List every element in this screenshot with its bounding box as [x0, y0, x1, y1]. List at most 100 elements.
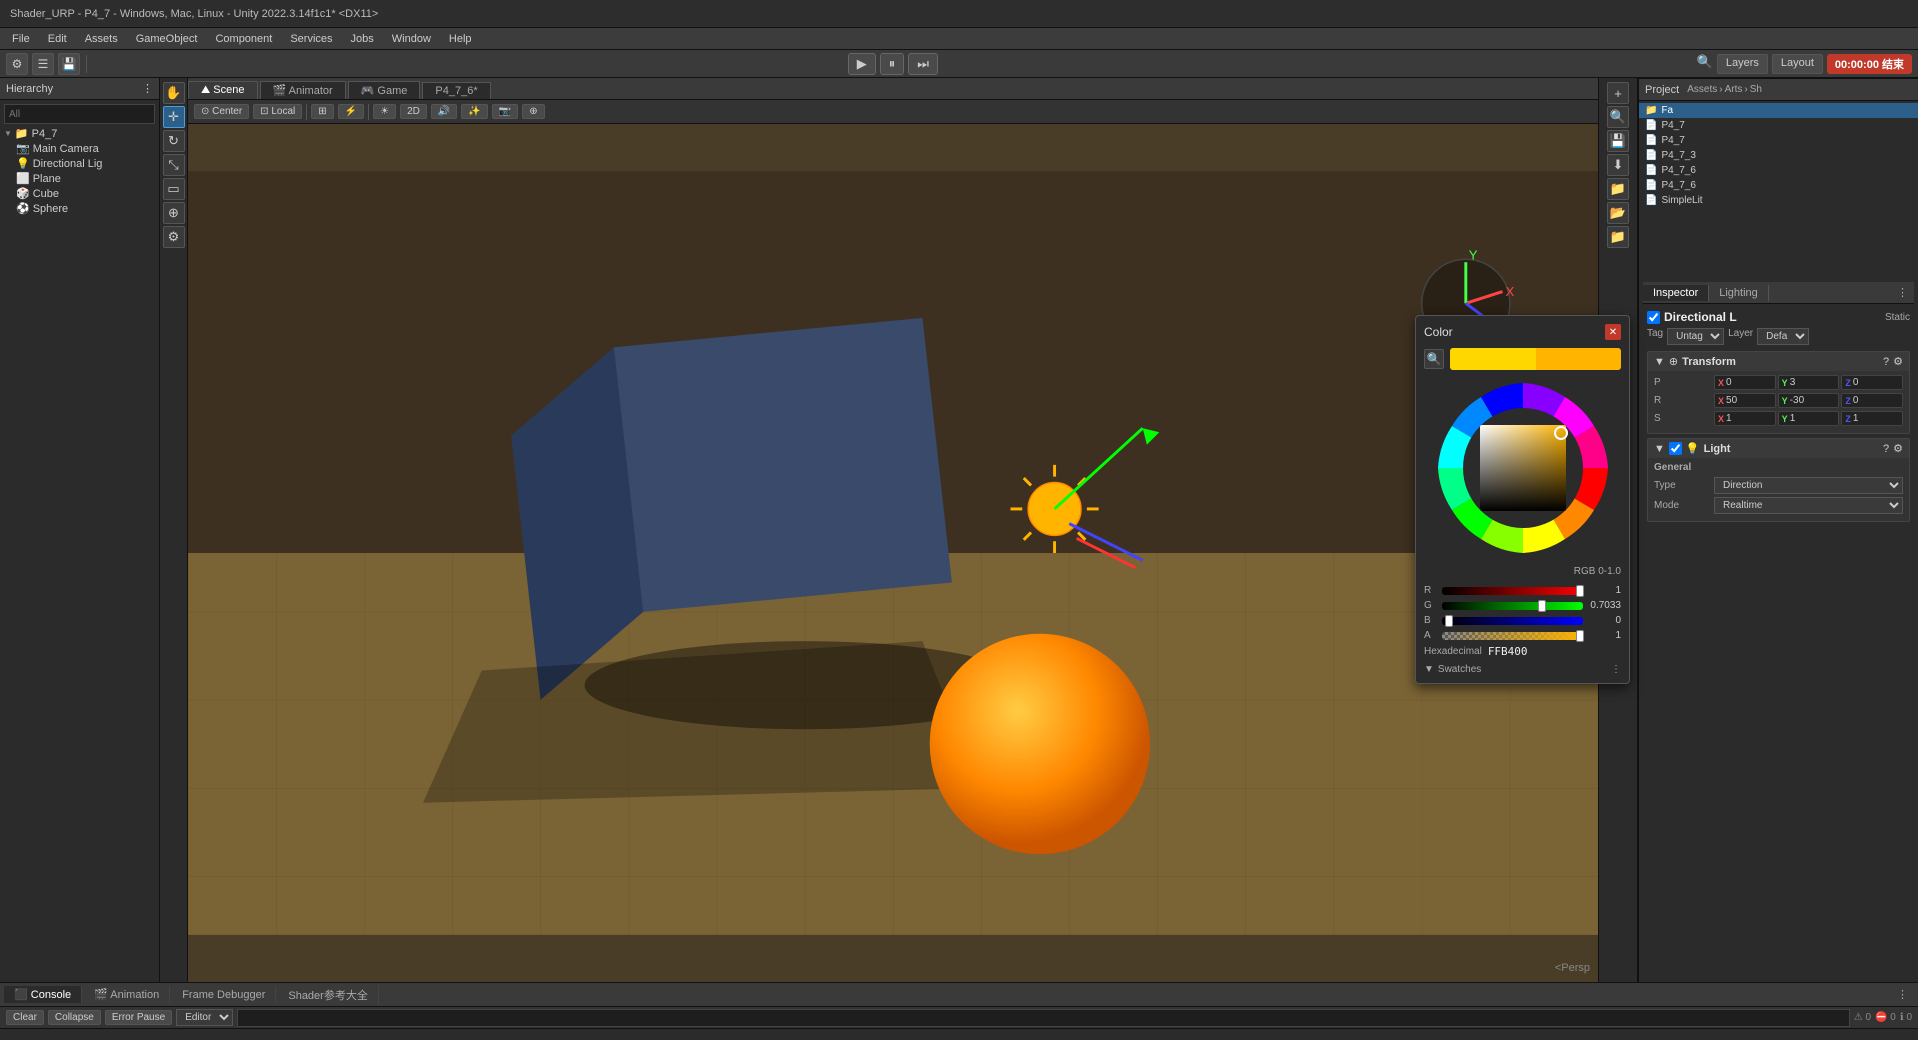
grid-btn[interactable]: ⊞ [311, 104, 333, 119]
menu-services[interactable]: Services [282, 31, 340, 47]
menu-jobs[interactable]: Jobs [343, 31, 382, 47]
proj-item-simplelit[interactable]: 📄 SimpleLit [1639, 193, 1918, 208]
menu-gameobject[interactable]: GameObject [128, 31, 206, 47]
tag-select[interactable]: Untag [1667, 328, 1724, 345]
menu-window[interactable]: Window [384, 31, 439, 47]
settings-icon[interactable]: ⚙ [6, 53, 28, 75]
search-icon[interactable]: 🔍 [1697, 54, 1713, 74]
light-header[interactable]: ▼ 💡 Light ? ⚙ [1648, 439, 1909, 458]
swatches-expand[interactable]: ▼ [1424, 664, 1434, 675]
rotate-tool[interactable]: ↻ [163, 130, 185, 152]
move-tool[interactable]: ✛ [163, 106, 185, 128]
transform-settings-icon[interactable]: ⚙ [1893, 355, 1903, 368]
path-arts[interactable]: Arts [1725, 84, 1743, 95]
proj-item-p47-2[interactable]: 📄 P4_7 [1639, 133, 1918, 148]
layout-button[interactable]: Layout [1772, 54, 1823, 74]
asset-save-btn[interactable]: 💾 [1607, 130, 1629, 152]
layers-toggle[interactable]: ☰ [32, 53, 54, 75]
console-search[interactable] [237, 1009, 1850, 1027]
menu-assets[interactable]: Assets [77, 31, 126, 47]
save-icon[interactable]: 💾 [58, 53, 80, 75]
inspector-menu[interactable]: ⋮ [1891, 286, 1914, 299]
asset-folder-btn[interactable]: 📁 [1607, 178, 1629, 200]
proj-item-p476-1[interactable]: 📄 P4_7_6 [1639, 163, 1918, 178]
bottom-tabs-menu[interactable]: ⋮ [1891, 988, 1914, 1001]
lighting-btn[interactable]: ☀ [373, 104, 396, 119]
scale-tool[interactable]: ⤡ [163, 154, 185, 176]
tab-scene[interactable]: ⛰ Scene [188, 81, 258, 99]
light-settings-icon[interactable]: ⚙ [1893, 442, 1903, 455]
tab-game[interactable]: 🎮 Game [348, 81, 421, 99]
play-button[interactable]: ▶ [848, 53, 876, 75]
light-type-select[interactable]: Direction [1714, 477, 1903, 494]
asset-add-btn[interactable]: + [1607, 82, 1629, 104]
proj-item-p476-2[interactable]: 📄 P4_7_6 [1639, 178, 1918, 193]
hand-tool[interactable]: ✋ [163, 82, 185, 104]
eyedropper-tool[interactable]: 🔍 [1424, 349, 1444, 369]
channel-a-slider[interactable] [1442, 632, 1583, 640]
tab-shader-ref[interactable]: Shader参考大全 [278, 985, 378, 1005]
channel-b-slider[interactable] [1442, 617, 1583, 625]
menu-help[interactable]: Help [441, 31, 480, 47]
hierarchy-item-cube[interactable]: 🎲 Cube [0, 186, 159, 201]
clear-button[interactable]: Clear [6, 1010, 44, 1025]
tab-inspector[interactable]: Inspector [1643, 285, 1709, 301]
transform-help-icon[interactable]: ? [1883, 356, 1889, 368]
channel-r-slider[interactable] [1442, 587, 1583, 595]
view-2d-btn[interactable]: 2D [400, 104, 427, 119]
rot-y-field[interactable]: Y -30 [1778, 393, 1840, 408]
editor-select[interactable]: Editor [176, 1009, 233, 1026]
rect-tool[interactable]: ▭ [163, 178, 185, 200]
error-pause-button[interactable]: Error Pause [105, 1010, 172, 1025]
tab-p47[interactable]: P4_7_6* [422, 82, 490, 99]
pos-z-field[interactable]: Z 0 [1841, 375, 1903, 390]
fx-btn[interactable]: ✨ [461, 104, 487, 119]
proj-item-p473[interactable]: 📄 P4_7_3 [1639, 148, 1918, 163]
tab-animation[interactable]: 🎬 Animation [84, 986, 170, 1003]
asset-search-btn[interactable]: 🔍 [1607, 106, 1629, 128]
audio-btn[interactable]: 🔊 [431, 104, 457, 119]
light-mode-select[interactable]: Realtime [1714, 497, 1903, 514]
center-btn[interactable]: ⊙ Center [194, 104, 249, 119]
custom-tool[interactable]: ⚙ [163, 226, 185, 248]
pos-x-field[interactable]: X 0 [1714, 375, 1776, 390]
color-picker-close[interactable]: ✕ [1605, 324, 1621, 340]
channel-g-slider[interactable] [1442, 602, 1583, 610]
hierarchy-menu-icon[interactable]: ⋮ [142, 82, 153, 95]
menu-edit[interactable]: Edit [40, 31, 75, 47]
rot-z-field[interactable]: Z 0 [1841, 393, 1903, 408]
asset-folder2-btn[interactable]: 📂 [1607, 202, 1629, 224]
hierarchy-item-light[interactable]: 💡 Directional Lig [0, 156, 159, 171]
camera-btn[interactable]: 📷 [492, 104, 518, 119]
layers-button[interactable]: Layers [1717, 54, 1768, 74]
hierarchy-item-plane[interactable]: ⬜ Plane [0, 171, 159, 186]
tab-console[interactable]: ⬛ Console [4, 986, 82, 1003]
hex-value[interactable]: FFB400 [1488, 645, 1528, 658]
hierarchy-item-root[interactable]: ▼ 📁 P4_7 [0, 126, 159, 141]
scale-y-field[interactable]: Y 1 [1778, 411, 1840, 426]
color-mode-selector[interactable]: RGB 0-1.0 [1424, 566, 1621, 577]
asset-folder3-btn[interactable]: 📁 [1607, 226, 1629, 248]
path-sh[interactable]: Sh [1750, 84, 1762, 95]
layer-select[interactable]: Defa [1757, 328, 1809, 345]
proj-item-fa[interactable]: 📁 Fa [1639, 103, 1918, 118]
transform-header[interactable]: ▼ ⊕ Transform ? ⚙ [1648, 352, 1909, 371]
local-btn[interactable]: ⊡ Local [253, 104, 302, 119]
asset-import-btn[interactable]: ⬇ [1607, 154, 1629, 176]
tab-animator[interactable]: 🎬 Animator [260, 81, 346, 99]
tab-frame-debugger[interactable]: Frame Debugger [172, 987, 276, 1003]
transform-tool[interactable]: ⊕ [163, 202, 185, 224]
hierarchy-search[interactable] [4, 104, 155, 124]
color-wheel-container[interactable] [1433, 378, 1613, 558]
rot-x-field[interactable]: X 50 [1714, 393, 1776, 408]
hierarchy-item-sphere[interactable]: ⚽ Sphere [0, 201, 159, 216]
tab-lighting[interactable]: Lighting [1709, 285, 1769, 301]
scale-z-field[interactable]: Z 1 [1841, 411, 1903, 426]
step-button[interactable]: ⏭ [908, 53, 938, 75]
pause-button[interactable]: ⏸ [880, 53, 905, 75]
gizmos-btn[interactable]: ⊕ [522, 104, 544, 119]
proj-item-p47-1[interactable]: 📄 P4_7 [1639, 118, 1918, 133]
light-help-icon[interactable]: ? [1883, 443, 1889, 455]
pos-y-field[interactable]: Y 3 [1778, 375, 1840, 390]
scale-x-field[interactable]: X 1 [1714, 411, 1776, 426]
